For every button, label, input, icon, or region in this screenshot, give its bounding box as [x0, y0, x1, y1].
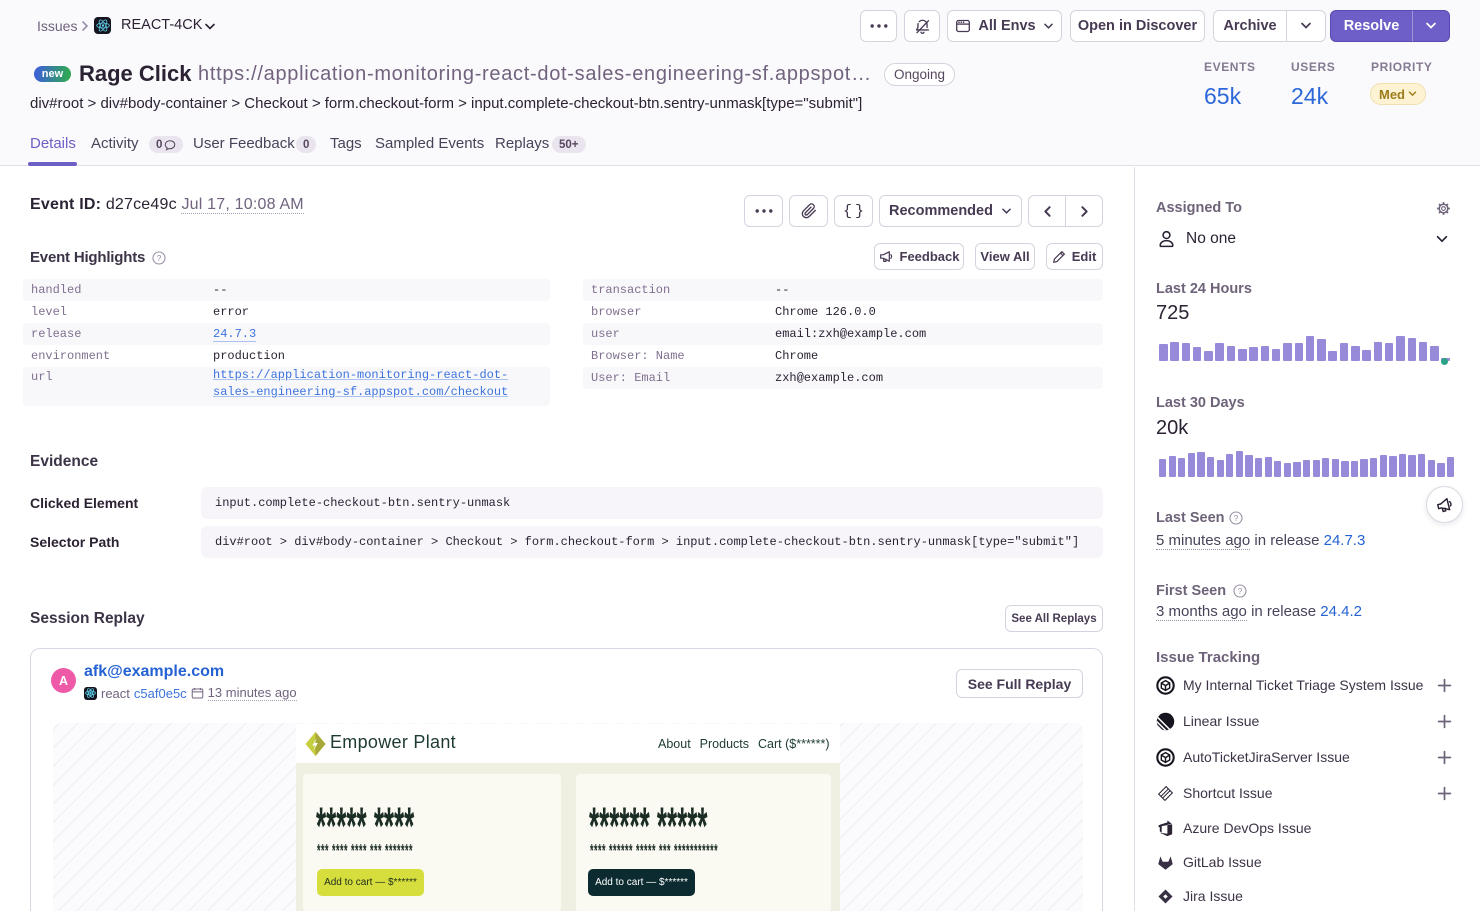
svg-text:?: ? [1238, 586, 1243, 596]
svg-text:?: ? [1234, 513, 1239, 523]
svg-text:?: ? [157, 253, 162, 263]
